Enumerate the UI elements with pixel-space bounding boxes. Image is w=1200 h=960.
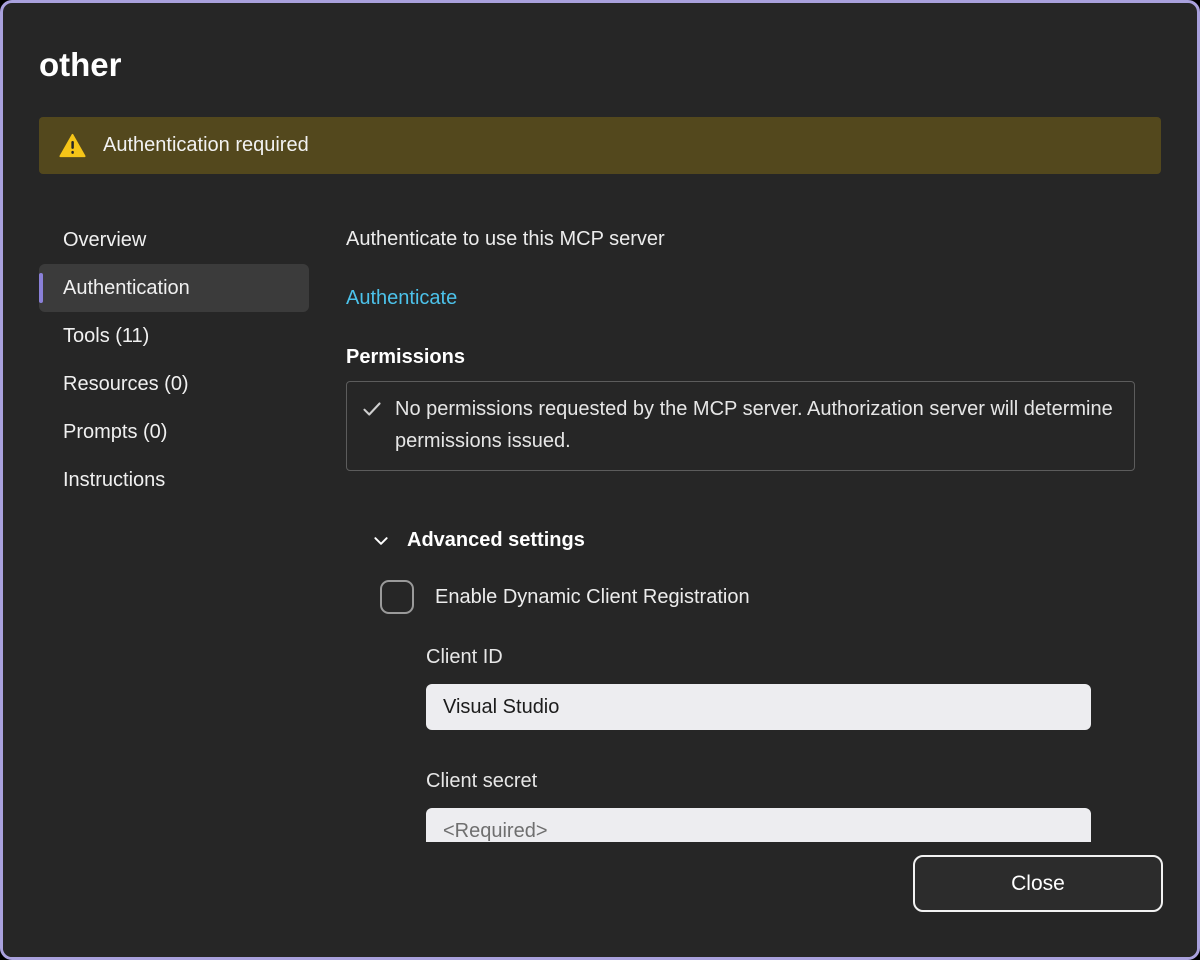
advanced-settings-label: Advanced settings: [407, 529, 585, 552]
warning-icon: [59, 133, 86, 158]
advanced-settings-expander[interactable]: Advanced settings: [372, 529, 1161, 552]
authentication-panel: Authenticate to use this MCP server Auth…: [346, 216, 1161, 846]
client-id-input[interactable]: [426, 684, 1091, 730]
dynamic-client-registration-label[interactable]: Enable Dynamic Client Registration: [435, 586, 750, 609]
client-secret-field-group: Client secret: [426, 770, 1161, 846]
authenticate-link[interactable]: Authenticate: [346, 287, 457, 310]
sidebar-item-label: Prompts (0): [63, 421, 167, 444]
client-id-label: Client ID: [426, 646, 1161, 669]
sidebar-item-instructions[interactable]: Instructions: [39, 456, 309, 504]
banner-text: Authentication required: [103, 134, 309, 157]
dialog-title: other: [39, 43, 1197, 87]
mcp-server-dialog: other Authentication required Overview A…: [0, 0, 1200, 960]
permissions-heading: Permissions: [346, 346, 1161, 369]
selection-accent-bar: [39, 273, 43, 303]
sidebar-item-authentication[interactable]: Authentication: [39, 264, 309, 312]
dynamic-client-registration-checkbox[interactable]: [380, 580, 414, 614]
auth-heading: Authenticate to use this MCP server: [346, 228, 1161, 251]
permissions-info-box: No permissions requested by the MCP serv…: [346, 381, 1135, 471]
permissions-message: No permissions requested by the MCP serv…: [395, 393, 1118, 457]
dialog-body: Overview Authentication Tools (11) Resou…: [39, 216, 1161, 846]
sidebar-item-tools[interactable]: Tools (11): [39, 312, 309, 360]
sidebar-item-label: Overview: [63, 229, 146, 252]
dialog-footer: Close: [3, 842, 1197, 957]
sidebar-item-label: Tools (11): [63, 325, 149, 348]
sidebar-item-label: Resources (0): [63, 373, 189, 396]
check-icon: [361, 398, 383, 420]
client-id-field-group: Client ID: [426, 646, 1161, 730]
sidebar-item-label: Authentication: [63, 277, 190, 300]
chevron-down-icon[interactable]: [372, 532, 390, 550]
sidebar-item-prompts[interactable]: Prompts (0): [39, 408, 309, 456]
dynamic-client-registration-row: Enable Dynamic Client Registration: [380, 580, 1161, 614]
client-secret-input[interactable]: [426, 808, 1091, 846]
sidebar-item-label: Instructions: [63, 469, 165, 492]
sidebar: Overview Authentication Tools (11) Resou…: [39, 216, 309, 846]
sidebar-item-resources[interactable]: Resources (0): [39, 360, 309, 408]
sidebar-item-overview[interactable]: Overview: [39, 216, 309, 264]
auth-required-banner: Authentication required: [39, 117, 1161, 174]
client-secret-label: Client secret: [426, 770, 1161, 793]
close-button[interactable]: Close: [913, 855, 1163, 912]
